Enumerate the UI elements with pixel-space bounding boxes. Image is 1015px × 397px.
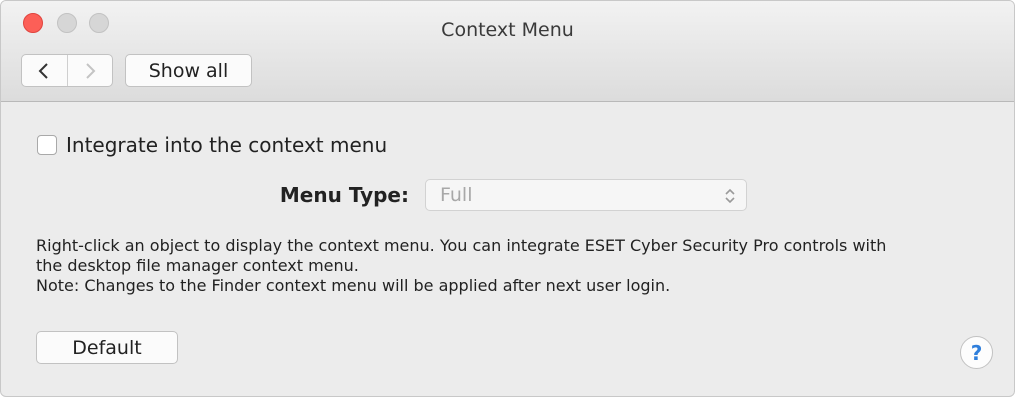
menu-type-value: Full xyxy=(440,184,473,206)
forward-button[interactable] xyxy=(68,55,113,86)
title-bar: Context Menu Show all xyxy=(1,1,1014,102)
chevron-left-icon xyxy=(38,62,48,79)
question-mark-icon: ? xyxy=(970,340,983,365)
show-all-button[interactable]: Show all xyxy=(125,54,252,87)
menu-type-select[interactable]: Full xyxy=(425,179,747,211)
up-down-chevron-icon xyxy=(725,188,735,204)
help-button[interactable]: ? xyxy=(960,336,993,369)
default-button[interactable]: Default xyxy=(36,331,178,364)
integrate-context-menu-checkbox[interactable] xyxy=(37,135,57,155)
chevron-right-icon xyxy=(86,62,96,79)
description-line: the desktop file manager context menu. xyxy=(36,256,359,275)
description-text: Right-click an object to display the con… xyxy=(36,236,1001,296)
preferences-window: Context Menu Show all Integrate into the… xyxy=(0,0,1015,397)
description-line: Right-click an object to display the con… xyxy=(36,236,887,255)
back-button[interactable] xyxy=(22,55,68,86)
integrate-context-menu-row[interactable]: Integrate into the context menu xyxy=(37,133,387,157)
integrate-context-menu-label[interactable]: Integrate into the context menu xyxy=(66,133,387,157)
window-title: Context Menu xyxy=(441,19,574,41)
description-note: Note: Changes to the Finder context menu… xyxy=(36,276,671,295)
navigation-button-group xyxy=(21,54,113,87)
menu-type-label: Menu Type: xyxy=(279,183,409,207)
